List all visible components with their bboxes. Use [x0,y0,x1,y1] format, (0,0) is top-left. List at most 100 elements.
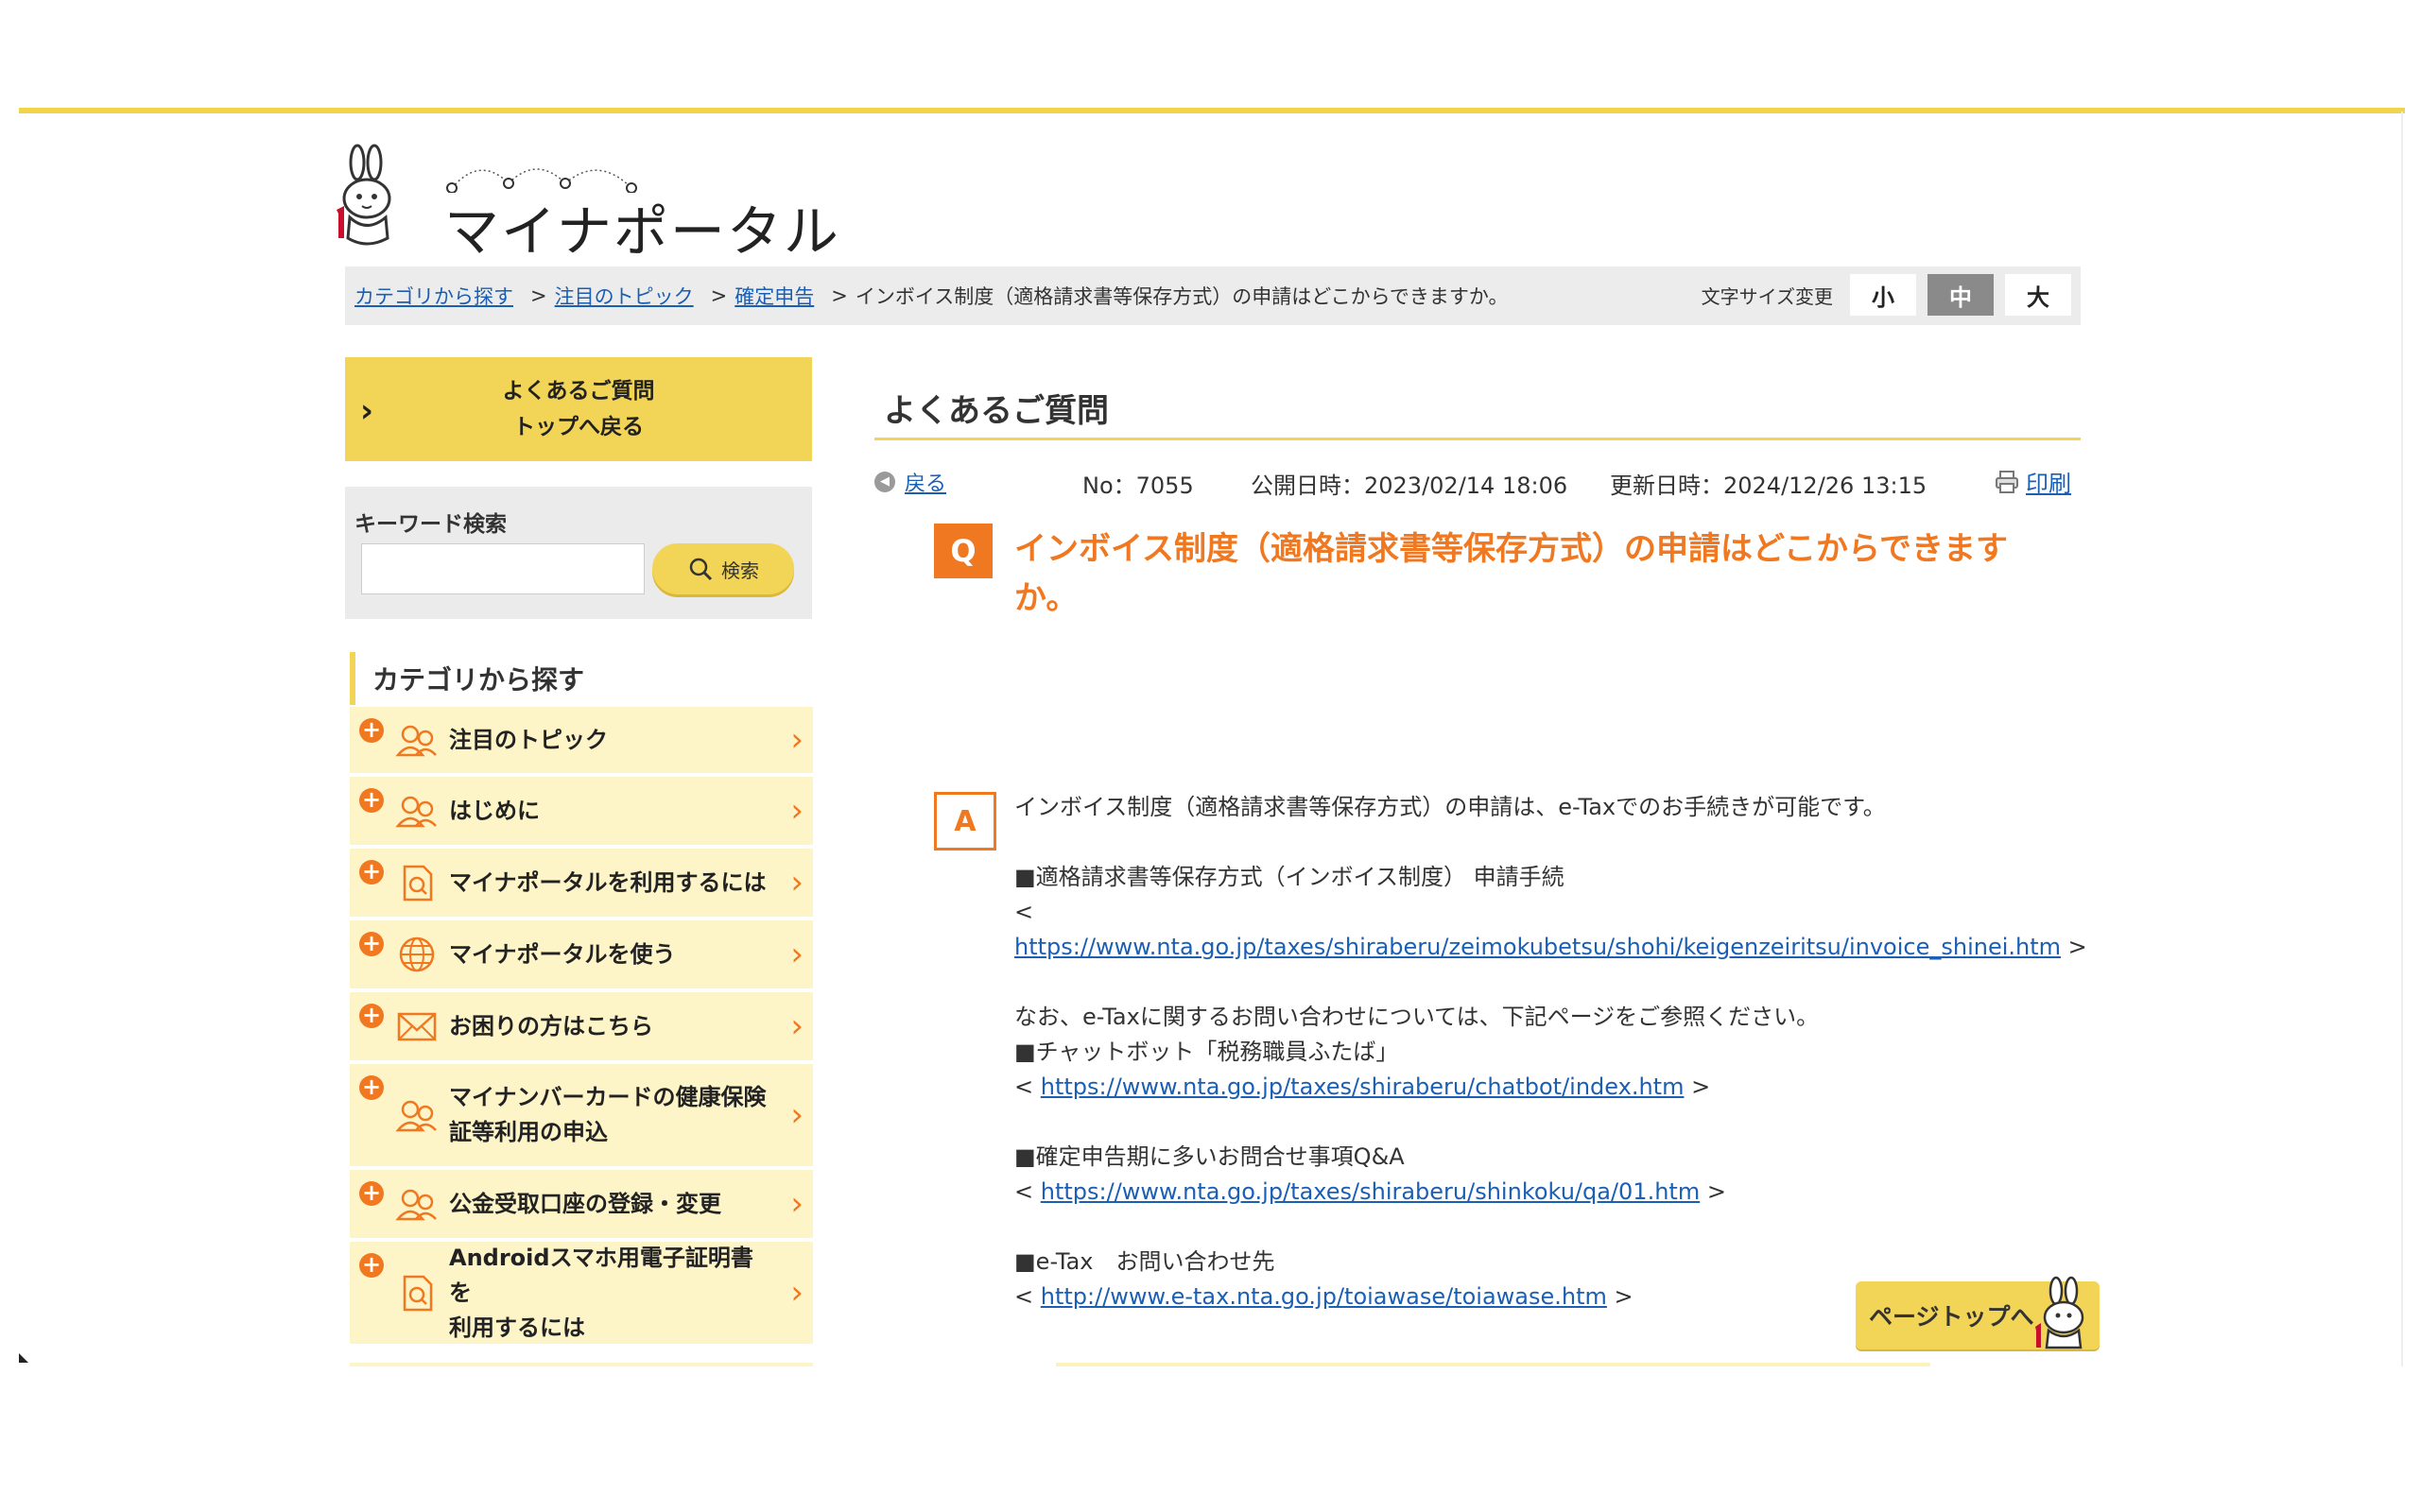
answer-bracket: < [1014,1074,1034,1100]
font-size-medium-button[interactable]: 中 [1927,274,1994,316]
chevron-right-icon: › [790,1184,804,1223]
etax-contact-link[interactable]: http://www.e-tax.nta.go.jp/toiawase/toia… [1041,1283,1607,1310]
invoice-application-link[interactable]: https://www.nta.go.jp/taxes/shiraberu/ze… [1014,934,2061,960]
breadcrumb-item-tax-return[interactable]: 確定申告 [735,282,814,310]
category-list: + 注目のトピック › + はじめに › + マイナポータルを利用するには › + マイナポータルを… [350,707,813,1348]
answer-body: インボイス制度（適格請求書等保存方式）の申請は、e-Taxでのお手続きが可能です… [1014,790,2092,1314]
answer-intro: インボイス制度（適格請求書等保存方式）の申請は、e-Taxでのお手続きが可能です… [1014,794,1886,820]
category-label-line1: はじめに [449,797,540,824]
faq-number: No：7055 [1082,472,1194,499]
answer-section-title: ■チャットボット「税務職員ふたば」 [1014,1039,1399,1065]
published-date: 公開日時：2023/02/14 18:06 [1251,472,1568,499]
print-link-label: 印刷 [2026,471,2071,497]
window-corner-marker [19,1353,28,1363]
category-item[interactable]: + マイナポータルを利用するには › [350,849,813,917]
search-input[interactable] [361,543,645,594]
answer-section-title: ■確定申告期に多いお問合せ事項Q&A [1014,1143,1405,1170]
category-label-line1: 注目のトピック [449,726,608,753]
faq-top-line1: よくあるご質問 [502,379,655,404]
category-item[interactable]: + マイナポータルを使う › [350,920,813,988]
category-label-line1: マイナンバーカードの健康保険 [449,1084,767,1110]
category-label-line2: 利用するには [449,1314,585,1341]
breadcrumb-separator: > [831,284,848,307]
people-icon [395,792,439,830]
chevron-right-icon: › [790,935,804,973]
category-item[interactable]: + マイナンバーカードの健康保険 証等利用の申込 › [350,1064,813,1166]
expand-plus-icon[interactable]: + [359,1181,384,1206]
answer-bracket: < [1014,899,1034,925]
category-label: 注目のトピック [449,723,608,758]
breadcrumb-item-category[interactable]: カテゴリから探す [354,282,513,310]
search-button[interactable]: 検索 [652,543,794,594]
answer-link-row: < https://www.nta.go.jp/taxes/shiraberu/… [1014,1070,2092,1105]
answer-bracket: > [1691,1074,1711,1100]
category-label: マイナンバーカードの健康保険 証等利用の申込 [449,1080,767,1150]
category-item[interactable]: + お困りの方はこちら › [350,992,813,1060]
expand-plus-icon[interactable]: + [359,718,384,743]
people-icon [395,1096,439,1134]
answer-badge: A [934,792,996,850]
category-item[interactable]: + Androidスマホ用電子証明書を 利用するには › [350,1242,813,1344]
category-item[interactable]: + 注目のトピック › [350,707,813,773]
category-label-line1: 公金受取口座の登録・変更 [449,1190,721,1217]
question-text: インボイス制度（適格請求書等保存方式）の申請はどこからできますか。 [1014,530,2008,617]
category-label: マイナポータルを利用するには [449,866,767,901]
category-label-line1: お困りの方はこちら [449,1012,653,1040]
back-link[interactable]: ◀ 戻る [874,467,946,497]
category-label: お困りの方はこちら [449,1009,653,1044]
chevron-right-icon: › [790,791,804,830]
faq-meta-row: ◀ 戻る No：7055 公開日時：2023/02/14 18:06 更新日時：… [874,463,2081,501]
site-logo[interactable]: マイナポータル [331,142,838,264]
answer-bracket: > [1614,1283,1634,1310]
document-icon [395,864,439,902]
mascot-rabbit-icon [337,144,391,246]
breadcrumb-item-topics[interactable]: 注目のトピック [555,282,694,310]
answer-section-title: ■適格請求書等保存方式（インボイス制度） 申請手続 [1014,864,1564,890]
chatbot-link[interactable]: https://www.nta.go.jp/taxes/shiraberu/ch… [1041,1074,1685,1100]
content-continuation [1056,1363,1930,1366]
viewport-edge [2401,112,2403,1366]
document-icon [395,1274,439,1312]
category-label-line1: Androidスマホ用電子証明書を [449,1244,753,1306]
answer-bracket: < [1014,1178,1034,1205]
breadcrumb-current: インボイス制度（適格請求書等保存方式）の申請はどこからできますか。 [855,285,1509,308]
font-size-large-button[interactable]: 大 [2005,274,2071,316]
category-label: 公金受取口座の登録・変更 [449,1187,721,1222]
page-top-button[interactable]: ページトップへ [1856,1276,2100,1349]
category-label-line1: マイナポータルを利用するには [449,868,767,896]
back-link-label: 戻る [905,472,947,496]
expand-plus-icon[interactable]: + [359,788,384,813]
category-item[interactable]: + 公金受取口座の登録・変更 › [350,1170,813,1238]
category-heading: カテゴリから探す [350,652,813,705]
chevron-right-icon: › [360,392,374,430]
faq-top-button[interactable]: › よくあるご質問 トップへ戻る [345,357,812,461]
breadcrumb: カテゴリから探す > 注目のトピック > 確定申告 > インボイス制度（適格請求… [345,266,2081,325]
search-button-label: 検索 [721,558,759,582]
font-size-switcher: 文字サイズ変更 小 中 大 [1702,274,2071,316]
answer-bracket: < [1014,1283,1034,1310]
category-label-line2: 証等利用の申込 [449,1119,608,1145]
font-size-small-button[interactable]: 小 [1850,274,1916,316]
search-title: キーワード検索 [354,512,507,537]
answer-link-row: < https://www.nta.go.jp/taxes/shiraberu/… [1014,1175,2092,1210]
browser-viewport: マイナポータル カテゴリから探す > 注目のトピック > 確定申告 > インボイ… [19,108,2405,1366]
print-link[interactable]: 印刷 [1994,465,2071,498]
faq-top-line2: トップへ戻る [513,415,644,439]
search-icon [689,558,713,581]
breadcrumb-separator: > [710,284,728,307]
question-badge: Q [934,524,993,578]
keyword-search-panel: キーワード検索 検索 [345,487,812,619]
chevron-right-icon: › [790,863,804,902]
expand-plus-icon[interactable]: + [359,1075,384,1100]
expand-plus-icon[interactable]: + [359,1253,384,1278]
category-label: マイナポータルを使う [449,937,676,972]
expand-plus-icon[interactable]: + [359,932,384,956]
font-size-label: 文字サイズ変更 [1701,284,1833,308]
expand-plus-icon[interactable]: + [359,1004,384,1028]
mail-icon [395,1007,439,1045]
globe-icon [395,936,439,973]
tax-return-qa-link[interactable]: https://www.nta.go.jp/taxes/shiraberu/sh… [1041,1178,1700,1205]
category-item[interactable]: + はじめに › [350,777,813,845]
expand-plus-icon[interactable]: + [359,860,384,885]
printer-icon [1996,470,2018,493]
